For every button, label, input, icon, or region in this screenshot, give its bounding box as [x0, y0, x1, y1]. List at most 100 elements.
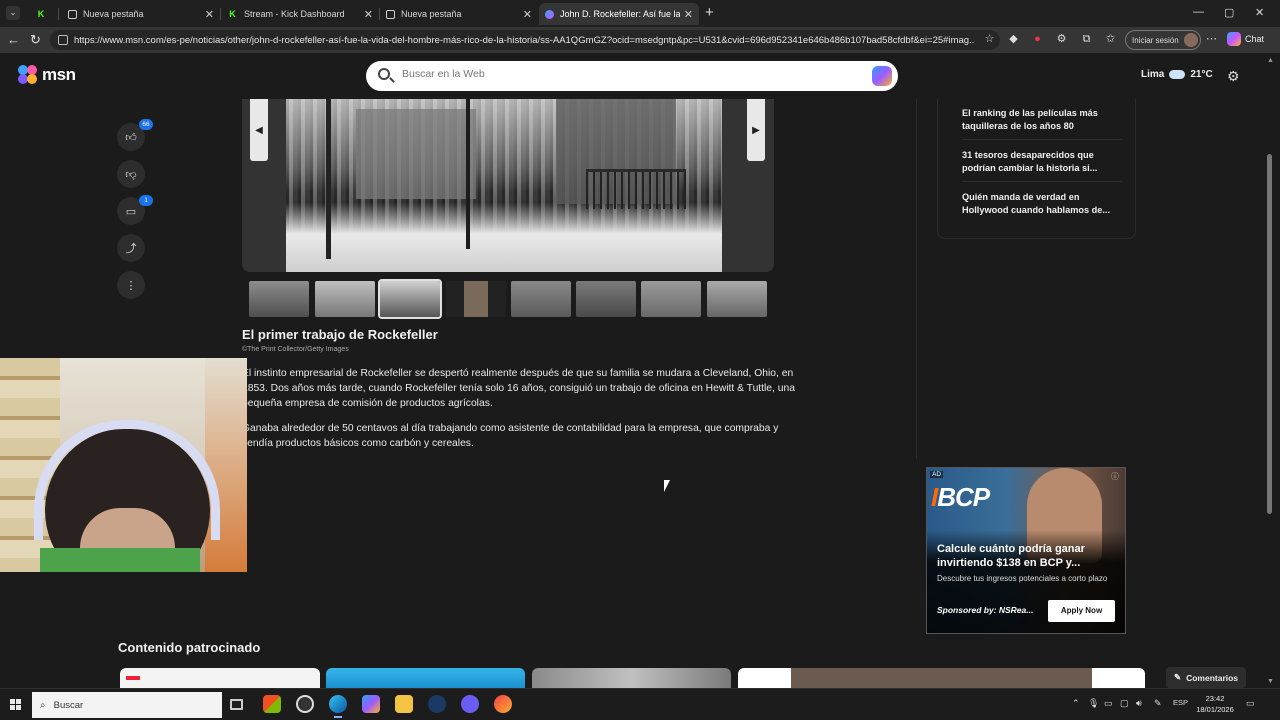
slide-thumbnail[interactable]: [511, 281, 571, 317]
search-input[interactable]: [402, 68, 842, 80]
sign-in-button[interactable]: Iniciar sesión: [1125, 30, 1201, 50]
slide-thumbnail[interactable]: [446, 281, 506, 317]
tab-actions-menu[interactable]: ⌄: [6, 6, 20, 20]
steam-icon[interactable]: [428, 695, 446, 713]
settings-gear-icon[interactable]: ⚙: [1227, 68, 1240, 85]
close-tab-icon[interactable]: ✕: [523, 8, 532, 21]
sponsored-heading: Contenido patrocinado: [118, 640, 261, 655]
slide-thumbnail-selected[interactable]: [378, 279, 442, 319]
msn-icon: [545, 9, 554, 19]
obs-icon[interactable]: [296, 695, 314, 713]
sponsored-card[interactable]: [532, 668, 731, 689]
tab-new-1[interactable]: Nueva pestaña ✕: [62, 3, 221, 25]
article-paragraph: Ganaba alrededor de 50 centavos al día t…: [242, 423, 779, 449]
favorite-star-icon[interactable]: ☆: [983, 33, 996, 46]
windows-start-icon[interactable]: [10, 699, 21, 710]
page-icon: [68, 9, 77, 19]
cloud-icon: [1169, 70, 1186, 79]
tab-rockefeller[interactable]: John D. Rockefeller: Así fue la vida ✕: [539, 3, 699, 25]
copilot-icon[interactable]: [872, 66, 892, 86]
tab-kick-dashboard[interactable]: K Stream - Kick Dashboard ✕: [221, 3, 380, 25]
sponsored-card[interactable]: [326, 668, 525, 689]
close-tab-icon[interactable]: ✕: [205, 8, 214, 21]
next-slide-button[interactable]: ▶: [747, 99, 765, 161]
like-count-badge: 66: [139, 119, 153, 130]
copilot-icon[interactable]: [362, 695, 380, 713]
scroll-up-arrow[interactable]: ▲: [1267, 57, 1274, 64]
extension-adblock-icon[interactable]: ●: [1031, 33, 1044, 46]
address-bar: ← ↻ https://www.msn.com/es-pe/noticias/o…: [0, 27, 1280, 53]
extensions-icon[interactable]: ⚙: [1055, 33, 1068, 46]
trending-item[interactable]: 31 tesoros desaparecidos que podrían cam…: [962, 149, 1122, 175]
slideshow-viewer: ◀ ▶: [242, 99, 774, 272]
trending-item[interactable]: Quién manda de verdad en Hollywood cuand…: [962, 191, 1122, 217]
maximize-button[interactable]: ▢: [1224, 6, 1234, 19]
system-clock[interactable]: 23:42 18/01/2026: [1193, 693, 1237, 715]
copilot-icon: [1227, 32, 1241, 46]
previous-slide-button[interactable]: ◀: [250, 99, 268, 161]
more-options-button[interactable]: ⋮: [117, 271, 145, 299]
microphone-icon[interactable]: 🎙︎: [1088, 698, 1099, 709]
web-search-box[interactable]: [366, 61, 898, 91]
network-icon[interactable]: ▭: [1104, 698, 1113, 709]
scroll-down-arrow[interactable]: ▼: [1267, 678, 1274, 685]
historic-cleveland-photo: [286, 99, 722, 272]
search-icon: ⌕: [40, 699, 46, 711]
copilot-chat-button[interactable]: Chat: [1227, 32, 1264, 46]
slide-thumbnail[interactable]: [641, 281, 701, 317]
volume-icon[interactable]: 🔊︎: [1136, 698, 1142, 709]
slide-thumbnail[interactable]: [576, 281, 636, 317]
sponsored-card[interactable]: [738, 668, 1145, 689]
ad-info-icon[interactable]: ⓘ: [1111, 471, 1119, 482]
comments-button[interactable]: ✎ Comentarios: [1166, 667, 1246, 688]
battery-icon[interactable]: ▢: [1120, 698, 1129, 709]
page-scrollbar[interactable]: ▲ ▼: [1262, 53, 1280, 688]
advertisement[interactable]: AD ⓘ IBCP Calcule cuánto podría ganar in…: [926, 467, 1126, 634]
taskbar-search[interactable]: ⌕ Buscar: [32, 692, 222, 718]
tab-bar: ⌄ K Nueva pestaña ✕ K Stream - Kick Dash…: [0, 0, 1280, 27]
ad-headline: Calcule cuánto podría ganar invirtiendo …: [937, 543, 1085, 569]
close-tab-icon[interactable]: ✕: [684, 8, 693, 21]
windows-taskbar: ⌕ Buscar ⌃ 🎙︎ ▭ ▢ 🔊︎ ✎ ESP 23:42 18/01/2…: [0, 688, 1280, 720]
scrollbar-thumb[interactable]: [1267, 154, 1272, 514]
comments-icon: ✎: [1173, 672, 1182, 682]
favorites-icon[interactable]: ✩: [1104, 33, 1117, 46]
new-tab-button[interactable]: +: [705, 4, 714, 21]
sponsored-card[interactable]: [120, 668, 320, 689]
edge-icon[interactable]: [329, 695, 347, 718]
file-explorer-icon[interactable]: [395, 695, 413, 713]
notifications-icon[interactable]: ▭: [1246, 698, 1255, 709]
close-window-button[interactable]: ✕: [1255, 6, 1264, 19]
show-hidden-icons[interactable]: ⌃: [1072, 698, 1080, 709]
tab-new-2[interactable]: Nueva pestaña ✕: [380, 3, 538, 25]
ad-apply-button[interactable]: Apply Now: [1048, 600, 1115, 622]
microsoft-store-icon[interactable]: [263, 695, 281, 713]
slide-thumbnail[interactable]: [707, 281, 767, 317]
more-menu-icon[interactable]: ⋯: [1205, 33, 1218, 46]
mouse-cursor: [664, 480, 670, 492]
pen-icon[interactable]: ✎: [1154, 698, 1162, 709]
minimize-button[interactable]: —: [1193, 6, 1204, 18]
site-info-icon[interactable]: [58, 35, 68, 45]
article-slide-title: El primer trabajo de Rockefeller: [242, 327, 438, 342]
task-view-icon[interactable]: [230, 699, 243, 710]
slide-thumbnail[interactable]: [315, 281, 375, 317]
discord-icon[interactable]: [461, 695, 479, 713]
app-icon[interactable]: [494, 695, 512, 713]
back-button[interactable]: ←: [7, 32, 20, 47]
dislike-button[interactable]: 👎︎: [117, 160, 145, 188]
extension-icon[interactable]: ◆: [1007, 33, 1020, 46]
refresh-button[interactable]: ↻: [30, 32, 41, 48]
trending-item[interactable]: El ranking de las películas más taquille…: [962, 107, 1122, 133]
slide-thumbnail[interactable]: [249, 281, 309, 317]
split-screen-icon[interactable]: ⧉: [1080, 33, 1093, 46]
language-indicator[interactable]: ESP: [1173, 698, 1188, 707]
url-field[interactable]: https://www.msn.com/es-pe/noticias/other…: [50, 30, 1000, 50]
tab-kick-pinned[interactable]: K: [30, 3, 59, 25]
comment-count-badge: 1: [139, 195, 153, 206]
share-button[interactable]: ⤴: [117, 234, 145, 262]
weather-widget[interactable]: Lima 21°C: [1141, 69, 1213, 80]
kick-icon: K: [37, 9, 45, 19]
msn-logo[interactable]: msn: [18, 65, 76, 85]
close-tab-icon[interactable]: ✕: [364, 8, 373, 21]
